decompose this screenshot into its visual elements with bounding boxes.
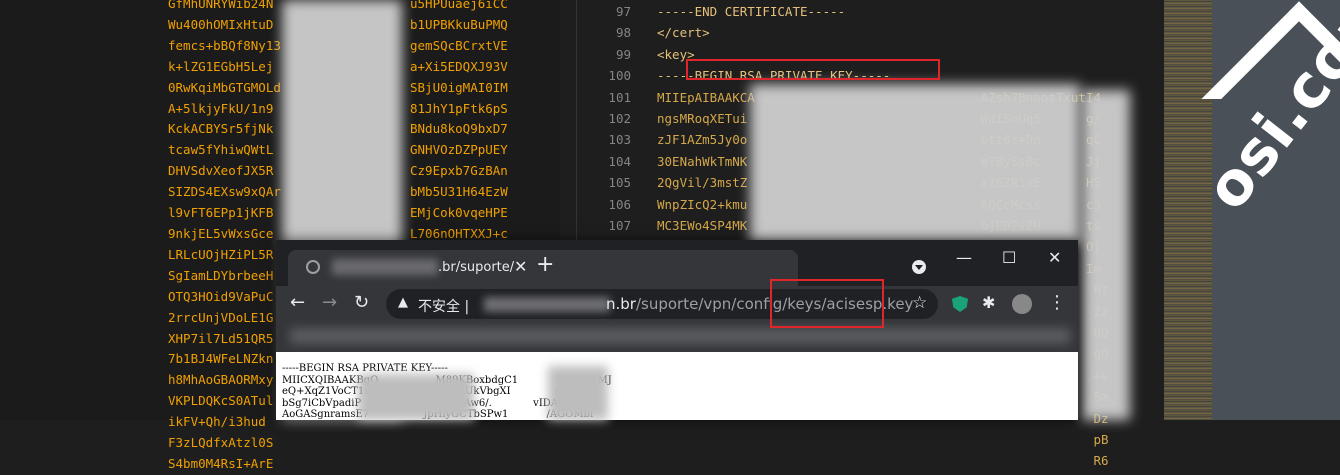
- line-number: 97: [615, 4, 631, 19]
- line-number: 104: [608, 153, 631, 169]
- line-number: 99: [615, 46, 631, 62]
- tab-close-icon[interactable]: ✕: [514, 257, 527, 276]
- line-number: 103: [608, 132, 631, 148]
- profile-avatar[interactable]: [1012, 294, 1032, 314]
- tab-title: .br/suporte/: [438, 260, 515, 275]
- content-redaction-2: [548, 366, 608, 420]
- minimize-button[interactable]: —: [956, 248, 972, 267]
- tab-bar: .br/suporte/ ✕ + — ☐ ✕: [276, 240, 1078, 286]
- maximize-button[interactable]: ☐: [1002, 248, 1016, 267]
- toolbar: ← → ↻ ▲ 不安全 | n.br/suporte/vpn/config/ke…: [276, 286, 1078, 322]
- back-button[interactable]: ←: [290, 292, 305, 314]
- page-content: -----BEGIN RSA PRIVATE KEY----- MIICXQIB…: [276, 352, 1078, 420]
- code-column-1: GfMhUNRYWib24N Wu400hOMIxHtuD femcs+bBQf…: [168, 0, 281, 471]
- new-tab-button[interactable]: +: [536, 254, 554, 276]
- tab-search-icon[interactable]: [912, 260, 926, 274]
- line-number: 100: [608, 68, 631, 84]
- warning-icon[interactable]: ▲: [398, 295, 408, 310]
- line-text: pB: [657, 432, 1109, 447]
- extensions-puzzle-icon[interactable]: ✱: [982, 293, 995, 312]
- line-text: -----END CERTIFICATE-----: [657, 4, 846, 19]
- forward-button[interactable]: →: [322, 292, 337, 314]
- line-number: 101: [608, 89, 631, 105]
- content-redaction-1: [358, 374, 474, 420]
- browser-window: .br/suporte/ ✕ + — ☐ ✕ ← → ↻ ▲ 不安全 | n.b…: [276, 240, 1078, 420]
- noise-strip: [1164, 0, 1212, 420]
- highlight-box-url: [770, 279, 884, 328]
- url-domain: n.br: [606, 295, 636, 313]
- globe-icon: [306, 260, 320, 274]
- code-line: 97 -----END CERTIFICATE-----: [577, 1, 1165, 22]
- menu-icon[interactable]: ⋮: [1048, 292, 1066, 313]
- line-number: 98: [615, 25, 631, 41]
- line-number: 106: [608, 196, 631, 212]
- window-close-button[interactable]: ✕: [1048, 248, 1061, 267]
- line-number: 102: [608, 111, 631, 126]
- code-line: pB: [577, 429, 1165, 450]
- redaction-blur-code: [750, 84, 1080, 244]
- redaction-blur-code-right: [1082, 90, 1130, 420]
- line-text: </cert>: [657, 25, 710, 41]
- code-line: 98 </cert>: [577, 22, 1165, 43]
- highlight-box-begin-key: [686, 59, 940, 80]
- shield-extension-icon[interactable]: [952, 296, 968, 312]
- line-text: R6: [657, 453, 1109, 469]
- tab-title-redaction: [332, 259, 438, 275]
- reload-button[interactable]: ↻: [354, 292, 369, 314]
- bookmarks-redaction: [290, 328, 1070, 344]
- bookmark-star-icon[interactable]: ☆: [912, 293, 927, 313]
- line-number: 105: [608, 175, 631, 191]
- url-redaction: [484, 297, 610, 312]
- line-number: 107: [608, 218, 631, 233]
- bookmarks-bar: [276, 322, 1078, 350]
- code-line: R6: [577, 450, 1165, 471]
- insecure-label: 不安全 |: [418, 299, 470, 315]
- code-column-2: u5HPUuaej6iCC b1UPBKkuBuPMQ gemSQcBCrxtV…: [410, 0, 508, 262]
